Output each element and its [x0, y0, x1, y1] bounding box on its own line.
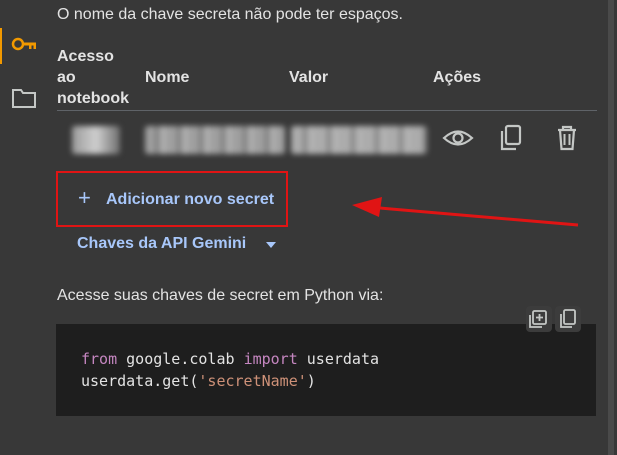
code-keyword-import: import: [243, 350, 298, 368]
copy-code-icon: [560, 309, 576, 328]
code-line-2: userdata.get('secretName'): [81, 372, 316, 390]
folder-icon[interactable]: [10, 86, 38, 110]
table-divider: [57, 110, 597, 111]
secrets-panel: O nome da chave secreta não pode ter esp…: [42, 0, 617, 455]
delete-icon[interactable]: [550, 123, 584, 153]
plus-icon: +: [78, 185, 91, 210]
add-new-secret-button[interactable]: + Adicionar novo secret: [56, 171, 288, 227]
code-line-1: from google.colab import userdata: [81, 350, 379, 368]
insert-code-button[interactable]: [526, 306, 552, 332]
gemini-api-keys-dropdown[interactable]: Chaves da API Gemini: [77, 235, 246, 253]
header-value: Valor: [289, 69, 329, 86]
access-instructions: Acesse suas chaves de secret em Python v…: [57, 287, 384, 304]
insert-icon: [529, 310, 547, 328]
header-access: Acesso ao notebook: [57, 48, 129, 107]
code-keyword-from: from: [81, 350, 118, 368]
copy-code-button[interactable]: [555, 306, 581, 332]
scrollbar[interactable]: [605, 0, 617, 455]
eye-icon[interactable]: [441, 123, 475, 153]
access-toggle[interactable]: [72, 126, 120, 154]
side-rail: [0, 0, 42, 455]
header-actions: Ações: [433, 69, 482, 86]
code-import-name: userdata: [297, 350, 380, 368]
code-module: google.colab: [117, 350, 244, 368]
annotation-arrow: [352, 197, 579, 227]
active-indicator: [0, 28, 2, 64]
code-call: userdata.get(: [81, 372, 199, 390]
add-new-secret-label: Adicionar novo secret: [106, 191, 275, 208]
key-icon[interactable]: [10, 32, 38, 56]
secret-name-field[interactable]: [145, 126, 285, 154]
chevron-down-icon[interactable]: [265, 241, 277, 249]
secret-name-hint: O nome da chave secreta não pode ter esp…: [57, 6, 403, 23]
header-name: Nome: [145, 69, 190, 86]
scroll-thumb[interactable]: [608, 0, 614, 455]
code-snippet: from google.colab import userdata userda…: [56, 324, 596, 416]
secret-value-field[interactable]: [291, 126, 427, 154]
code-string: 'secretName': [198, 372, 307, 390]
copy-icon[interactable]: [495, 123, 529, 153]
code-call-close: ): [306, 372, 316, 390]
